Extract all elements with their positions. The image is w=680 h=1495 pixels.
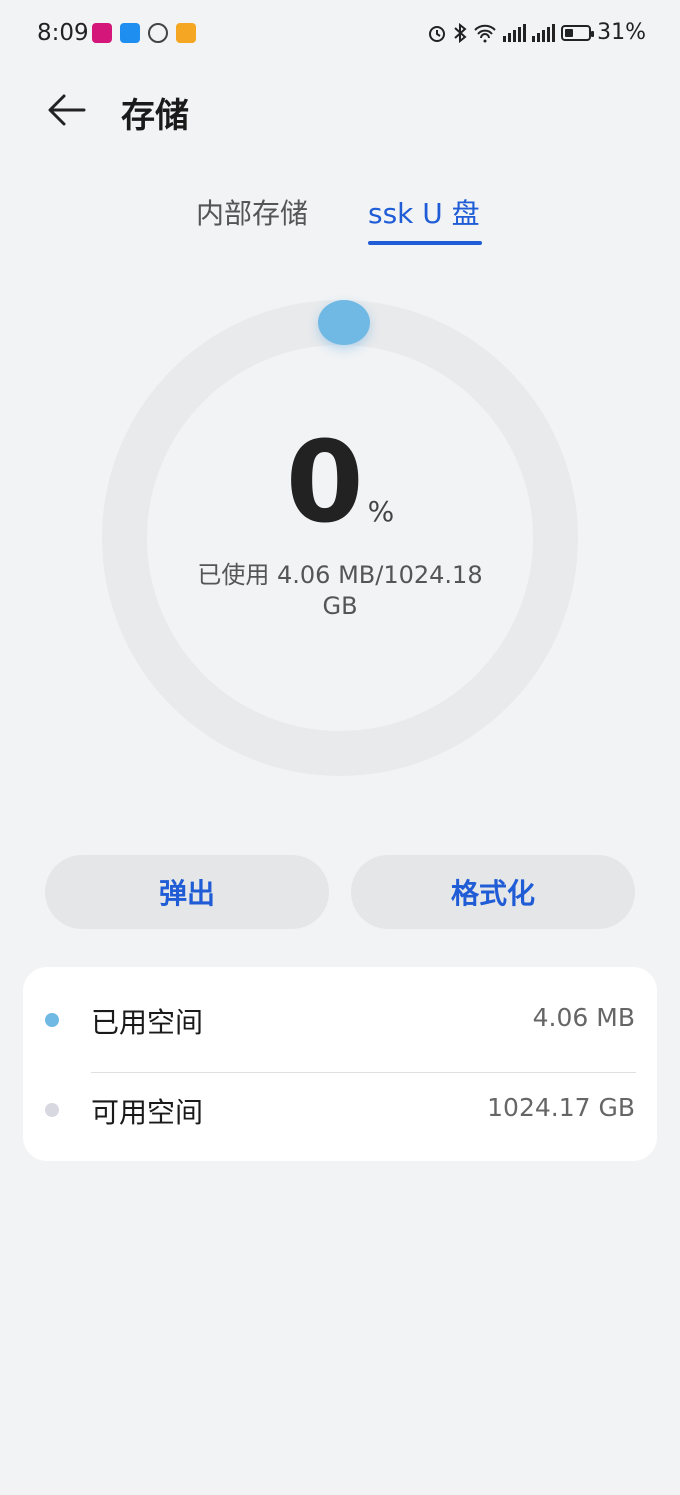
storage-breakdown-card: 已用空间 4.06 MB 可用空间 1024.17 GB xyxy=(23,967,657,1161)
battery-percent: 31% xyxy=(597,20,646,45)
alarm-icon xyxy=(429,25,446,42)
active-tab-indicator xyxy=(368,241,482,245)
usage-percent-value: 0 xyxy=(285,418,364,548)
weather-notification-icon xyxy=(120,23,140,43)
used-space-value: 4.06 MB xyxy=(532,1003,635,1032)
usage-percent: 0% xyxy=(102,418,578,548)
signal-4g-icon xyxy=(503,23,527,42)
app-notification-icon xyxy=(92,23,112,43)
available-space-label: 可用空间 xyxy=(91,1096,204,1129)
signal-4g-icon xyxy=(532,23,556,42)
status-bar: 8:09 31% xyxy=(0,0,680,70)
notification-icons xyxy=(92,23,196,43)
tab-usb-drive[interactable]: ssk U 盘 xyxy=(368,192,480,232)
eject-button[interactable]: 弹出 xyxy=(45,855,329,929)
gauge-progress-marker xyxy=(318,300,370,345)
usage-summary: 已使用 4.06 MB/1024.18 GB xyxy=(197,561,483,620)
back-button[interactable] xyxy=(44,88,90,134)
tab-internal-storage[interactable]: 内部存储 xyxy=(196,192,308,232)
status-time: 8:09 xyxy=(37,20,89,46)
used-space-label: 已用空间 xyxy=(91,1006,204,1039)
message-notification-icon xyxy=(176,23,196,43)
used-space-legend-dot xyxy=(45,1013,59,1027)
usage-percent-sign: % xyxy=(367,495,395,528)
page-title: 存储 xyxy=(121,96,189,136)
wifi-icon xyxy=(474,24,496,42)
available-space-legend-dot xyxy=(45,1103,59,1117)
storage-tabs: 内部存储 ssk U 盘 xyxy=(0,192,680,252)
list-item-used-space[interactable]: 已用空间 4.06 MB xyxy=(23,975,657,1073)
available-space-value: 1024.17 GB xyxy=(487,1093,635,1122)
list-item-available-space[interactable]: 可用空间 1024.17 GB xyxy=(23,1065,657,1155)
format-button[interactable]: 格式化 xyxy=(351,855,635,929)
battery-icon xyxy=(561,24,595,41)
back-arrow-icon xyxy=(48,94,86,126)
status-right: 31% xyxy=(427,20,646,45)
bluetooth-icon xyxy=(454,22,467,43)
storage-usage-gauge: 0% 已使用 4.06 MB/1024.18 GB xyxy=(102,300,578,776)
link-notification-icon xyxy=(148,23,168,43)
